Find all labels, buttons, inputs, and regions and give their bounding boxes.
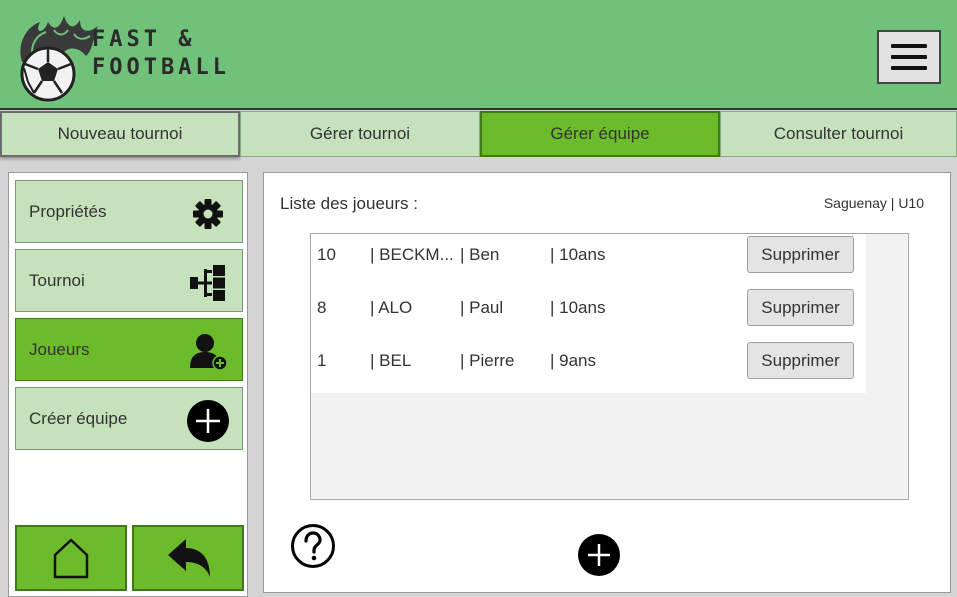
add-user-icon <box>190 334 228 371</box>
sidebar-item-joueurs[interactable]: Joueurs <box>15 318 243 381</box>
delete-player-button[interactable]: Supprimer <box>747 342 854 379</box>
gear-icon <box>193 199 223 229</box>
player-last-name: | BECKM... <box>370 245 454 264</box>
tab-consulter-tournoi[interactable]: Consulter tournoi <box>720 111 957 157</box>
players-list-title: Liste des joueurs : <box>280 194 418 213</box>
back-arrow-icon <box>168 539 210 577</box>
back-button[interactable] <box>132 525 244 591</box>
list-item[interactable]: 8 | ALO | Paul | 10ans Supprimer <box>311 287 866 340</box>
player-first-name: | Paul <box>460 298 504 317</box>
player-number: 8 <box>317 298 327 317</box>
players-list[interactable]: 10 | BECKM... | Ben | 10ans Supprimer 8 … <box>310 233 909 500</box>
main-tabs: Nouveau tournoi Gérer tournoi Gérer équi… <box>0 111 957 157</box>
plus-circle-icon <box>187 400 229 442</box>
sidebar-item-creer-equipe[interactable]: Créer équipe <box>15 387 243 450</box>
app-header: FAST & FOOTBALL <box>0 0 957 110</box>
home-button[interactable] <box>15 525 127 591</box>
list-item[interactable]: 1 | BEL | Pierre | 9ans Supprimer <box>311 340 866 393</box>
list-item[interactable]: 10 | BECKM... | Ben | 10ans Supprimer <box>311 234 866 287</box>
player-age: | 10ans <box>550 245 606 264</box>
player-first-name: | Ben <box>460 245 500 264</box>
bracket-tree-icon <box>190 265 225 301</box>
delete-player-button[interactable]: Supprimer <box>747 289 854 326</box>
player-age: | 10ans <box>550 298 606 317</box>
player-age: | 9ans <box>550 351 597 370</box>
flaming-soccer-ball-icon <box>20 16 98 102</box>
player-last-name: | BEL <box>370 351 412 370</box>
sidebar-item-label: Tournoi <box>29 271 85 290</box>
players-panel: Liste des joueurs : Saguenay | U10 10 | … <box>263 172 951 593</box>
tab-nouveau-tournoi[interactable]: Nouveau tournoi <box>0 111 240 157</box>
help-question-icon[interactable] <box>290 523 336 569</box>
player-number: 1 <box>317 351 327 370</box>
sidebar: Propriétés Tournoi Joueurs Créer équipe <box>8 172 248 597</box>
delete-player-button[interactable]: Supprimer <box>747 236 854 273</box>
sidebar-item-label: Joueurs <box>29 340 90 359</box>
brand-line-1: FAST & <box>92 27 196 52</box>
tab-gerer-tournoi[interactable]: Gérer tournoi <box>240 111 480 157</box>
tab-gerer-equipe[interactable]: Gérer équipe <box>480 111 720 157</box>
brand-line-2: FOOTBALL <box>92 55 230 80</box>
player-last-name: | ALO <box>370 298 413 317</box>
sidebar-item-tournoi[interactable]: Tournoi <box>15 249 243 312</box>
team-info: Saguenay | U10 <box>823 195 924 211</box>
hamburger-menu-icon[interactable] <box>877 30 941 84</box>
sidebar-item-proprietes[interactable]: Propriétés <box>15 180 243 243</box>
sidebar-item-label: Propriétés <box>29 202 107 221</box>
brand-name: FAST & FOOTBALL <box>92 26 230 82</box>
home-icon <box>53 538 89 579</box>
add-player-icon[interactable] <box>577 533 621 577</box>
player-number: 10 <box>317 245 336 264</box>
sidebar-item-label: Créer équipe <box>29 409 128 428</box>
player-first-name: | Pierre <box>460 351 515 370</box>
